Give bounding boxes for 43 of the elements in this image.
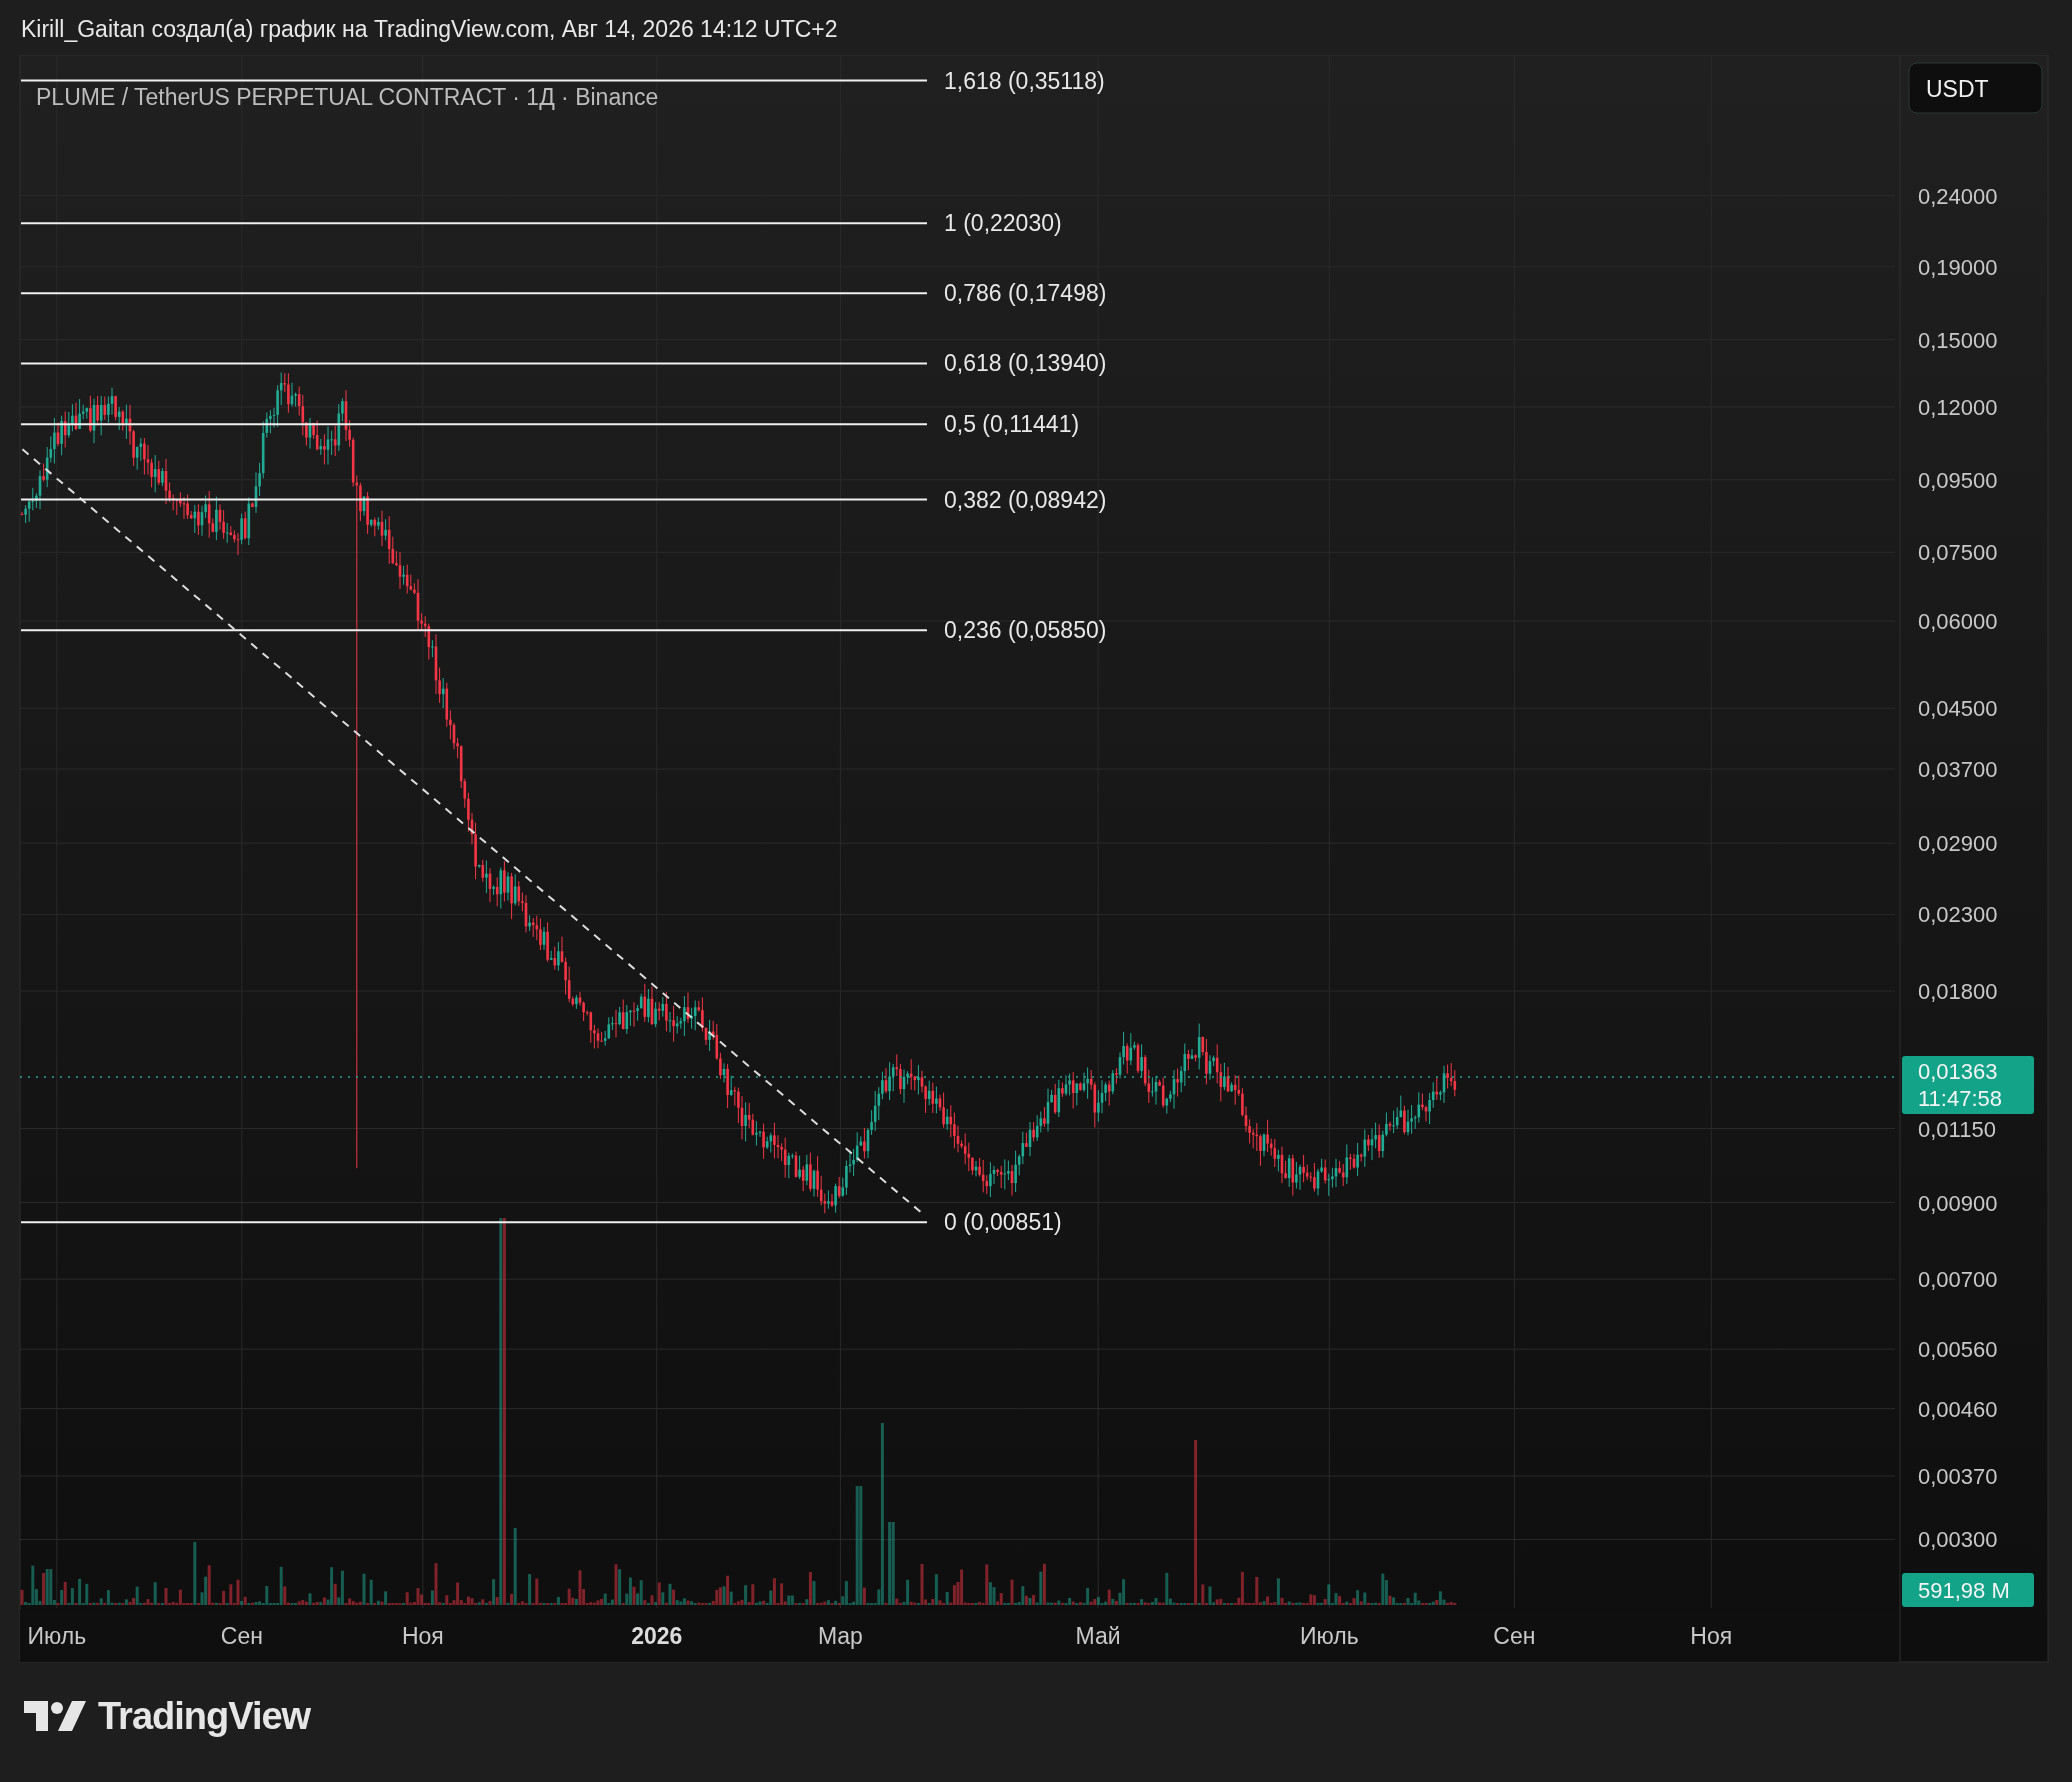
fib-level-label: 0,786 (0,17498)	[944, 280, 1107, 307]
fib-level-label: 0,5 (0,11441)	[944, 411, 1080, 438]
time-axis-label: Июль	[27, 1623, 87, 1649]
time-axis-label: Ноя	[401, 1623, 444, 1649]
price-axis-label: 0,04500	[1918, 696, 1998, 722]
symbol-legend: PLUME / TetherUS PERPETUAL CONTRACT · 1Д · Binance	[36, 84, 659, 110]
fib-level-label: 1 (0,22030)	[944, 210, 1062, 237]
time-axis-label: Июль	[1300, 1623, 1359, 1649]
price-axis-label: 0,12000	[1918, 395, 1998, 420]
time-axis-label: Ноя	[1690, 1623, 1733, 1649]
time-axis-label: Сен	[1493, 1623, 1536, 1649]
price-axis-label: 0,00370	[1918, 1464, 1998, 1490]
time-axis-label: Май	[1075, 1623, 1121, 1649]
time-axis-label: Сен	[220, 1623, 263, 1649]
price-axis-label: 0,06000	[1918, 609, 1998, 635]
price-axis-label: 0,24000	[1918, 183, 1998, 209]
price-axis-label: 0,01150	[1918, 1116, 1996, 1142]
time-axis-label: Мар	[817, 1623, 863, 1649]
price-axis-label: 0,02900	[1918, 831, 1998, 857]
fib-level-label: 0,236 (0,05850)	[944, 617, 1107, 644]
brand-logo-text: TradingView	[98, 1695, 311, 1738]
currency-button[interactable]: USDT	[1908, 62, 2043, 114]
price-axis-label: 0,00700	[1918, 1267, 1998, 1293]
logo-icon	[24, 1700, 86, 1733]
fib-level-label: 1,618 (0,35118)	[944, 67, 1105, 94]
price-axis-label: 0,00460	[1918, 1396, 1998, 1422]
fib-level-label: 0,382 (0,08942)	[944, 486, 1107, 513]
fib-level-label: 0,618 (0,13940)	[944, 350, 1107, 377]
price-axis-label: 0,19000	[1918, 254, 1998, 280]
price-axis-label: 0,00560	[1918, 1337, 1998, 1363]
chart-credit-text: Kirill_Gaitan создал(а) график на TradingView.com, Авг 14, 2026 14:12 UTC+2	[21, 16, 838, 42]
price-axis-label: 0,15000	[1918, 327, 1998, 353]
last-price-tag: 0,01363 11:47:58	[1902, 1056, 2034, 1114]
price-axis-label: 0,02300	[1918, 902, 1998, 928]
price-axis-label: 0,00300	[1918, 1527, 1998, 1553]
price-axis-label: 0,07500	[1918, 540, 1998, 566]
price-axis-label: 0,03700	[1918, 757, 1998, 783]
fib-level-label: 0 (0,00851)	[944, 1209, 1062, 1236]
price-axis-label: 0,00900	[1918, 1190, 1998, 1216]
price-axis-label: 0,01800	[1918, 979, 1998, 1005]
time-axis-label: 2026	[631, 1623, 683, 1649]
volume-tag: 591,98 M	[1902, 1573, 2034, 1607]
price-axis-label: 0,09500	[1918, 467, 1998, 493]
